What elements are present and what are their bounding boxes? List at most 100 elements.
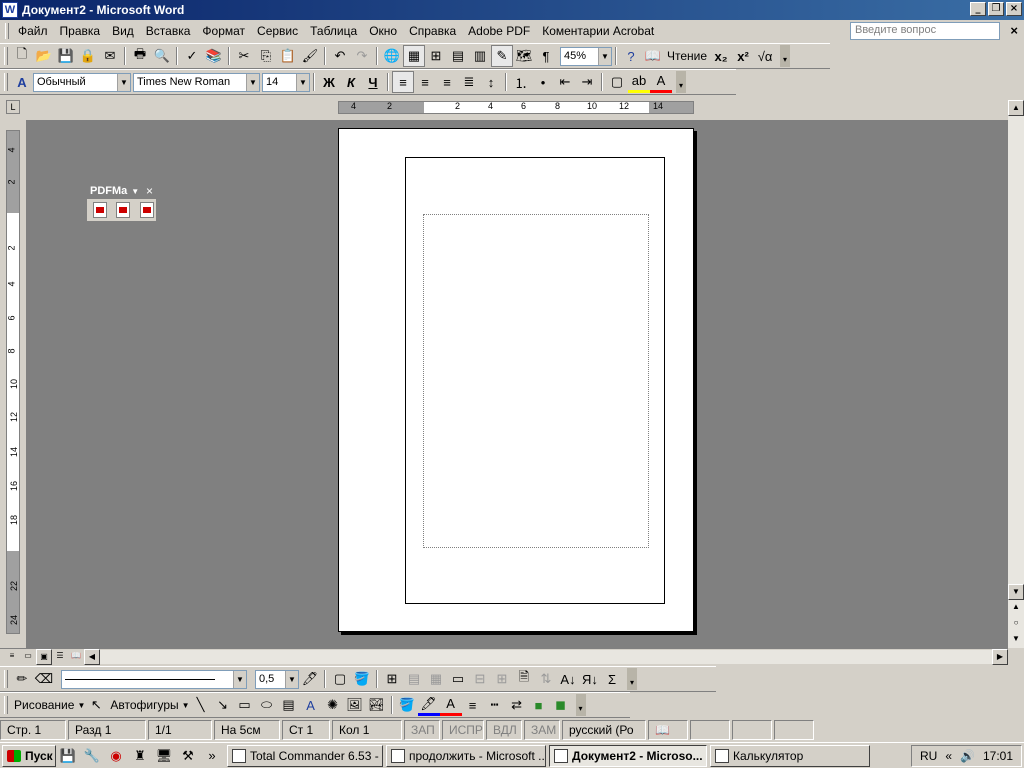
cell-alignment-icon[interactable]: ▭ [447, 668, 469, 690]
toolbar-options-icon[interactable]: ▾ [575, 694, 586, 716]
line-icon[interactable]: ╲ [190, 694, 212, 716]
save-icon[interactable]: 💾 [55, 45, 77, 67]
toolbar-grip[interactable] [4, 670, 8, 688]
line-color-icon[interactable]: 🖊 [417, 694, 440, 716]
dash-style-icon[interactable]: ┅ [484, 694, 506, 716]
underline-button[interactable]: Ч [362, 71, 384, 93]
menu-help[interactable]: Справка [403, 24, 462, 38]
text-boundary[interactable] [423, 214, 649, 548]
language-indicator[interactable]: RU [920, 749, 937, 763]
tables-borders-icon[interactable]: ▦ [403, 45, 425, 67]
menu-file[interactable]: Файл [12, 24, 54, 38]
chevron-down-icon[interactable]: ▼ [182, 701, 190, 710]
outline-view-icon[interactable]: ☰ [52, 649, 68, 665]
superscript-icon[interactable]: x² [732, 45, 754, 67]
menu-adobe-pdf[interactable]: Adobe PDF [462, 24, 536, 38]
convert-email-pdf-icon[interactable] [116, 202, 131, 218]
task-word-document2[interactable]: Документ2 - Microso... [549, 744, 707, 767]
draw-table-icon[interactable]: ✏ [11, 668, 33, 690]
toolbar-grip[interactable] [4, 73, 8, 91]
new-document-icon[interactable]: 🗋 [11, 45, 33, 67]
shading-color-icon[interactable]: 🪣 [351, 668, 373, 690]
restore-button[interactable]: ❐ [988, 2, 1004, 16]
email-icon[interactable]: ✉ [99, 45, 121, 67]
menu-view[interactable]: Вид [106, 24, 140, 38]
align-right-icon[interactable]: ≡ [436, 71, 458, 93]
drawing-menu-button[interactable]: Рисование [11, 698, 77, 712]
horizontal-scrollbar[interactable]: ≡ ▭ ▣ ☰ 📖 ◀ ▶ [0, 648, 1008, 665]
quicklaunch-save-icon[interactable]: 💾 [58, 746, 78, 766]
task-calculator[interactable]: Калькулятор [710, 744, 870, 767]
copy-icon[interactable]: ⎘ [255, 45, 277, 67]
oval-icon[interactable]: ⬭ [256, 694, 278, 716]
task-total-commander[interactable]: Total Commander 6.53 - ... [227, 744, 383, 767]
vertical-scrollbar[interactable]: ▲ ▼ ▲ ○ ▼ [1008, 100, 1024, 648]
justify-icon[interactable]: ≣ [458, 71, 480, 93]
research-icon[interactable]: 📚 [203, 45, 225, 67]
toolbar-options-icon[interactable]: ▾ [627, 668, 637, 690]
bold-button[interactable]: Ж [318, 71, 340, 93]
quicklaunch-desktop-icon[interactable]: 🖥 [154, 746, 174, 766]
3d-style-icon[interactable]: ◼ [550, 694, 572, 716]
paste-icon[interactable]: 📋 [277, 45, 299, 67]
fill-color-icon[interactable]: 🪣 [396, 694, 418, 716]
toolbar-grip[interactable] [4, 696, 8, 714]
pdf-floating-toolbar[interactable]: PDFMa ▼ × [86, 182, 157, 222]
redo-icon[interactable]: ↷ [351, 45, 373, 67]
quicklaunch-misc-icon[interactable]: ⚒ [178, 746, 198, 766]
autoformat-icon[interactable]: 🗎 [513, 668, 535, 690]
horizontal-ruler[interactable]: 4 2 2 4 6 8 10 12 14 [338, 101, 694, 114]
print-preview-icon[interactable]: 🔍 [151, 45, 173, 67]
border-color-icon[interactable]: 🖊 [299, 668, 321, 690]
vertical-ruler[interactable]: 4 2 2 4 6 8 10 12 14 16 18 22 24 [6, 130, 20, 634]
scroll-left-icon[interactable]: ◀ [84, 649, 100, 665]
increase-indent-icon[interactable]: ⇥ [576, 71, 598, 93]
wordart-icon[interactable]: A [300, 694, 322, 716]
font-size-select[interactable]: 14 ▼ [262, 72, 310, 92]
zoom-select[interactable]: 45% ▼ [560, 46, 612, 66]
outside-border-icon[interactable]: ▢ [329, 668, 351, 690]
task-word-continue[interactable]: продолжить - Microsoft ... [386, 744, 546, 767]
spelling-status-icon[interactable]: 📖 [648, 720, 688, 740]
minimize-button[interactable]: _ [970, 2, 986, 16]
scroll-track[interactable] [100, 650, 992, 664]
borders-icon[interactable]: ▢ [606, 71, 628, 93]
quicklaunch-opera-icon[interactable]: ◉ [106, 746, 126, 766]
menu-acrobat-comments[interactable]: Коментарии Acrobat [536, 24, 660, 38]
hyperlink-icon[interactable]: 🌐 [381, 45, 403, 67]
permission-icon[interactable]: 🔒 [77, 45, 99, 67]
line-style-icon[interactable]: ≡ [462, 694, 484, 716]
align-center-icon[interactable]: ≡ [414, 71, 436, 93]
select-objects-icon[interactable]: ↖ [85, 694, 107, 716]
cut-icon[interactable]: ✂ [233, 45, 255, 67]
document-area[interactable] [26, 120, 1008, 648]
previous-page-icon[interactable]: ▲ [1008, 600, 1024, 616]
chevron-down-icon[interactable]: ▼ [117, 73, 130, 91]
insert-table-icon[interactable]: ⊞ [425, 45, 447, 67]
line-spacing-icon[interactable]: ↕ [480, 71, 502, 93]
word-app-icon[interactable]: W [2, 2, 18, 18]
open-icon[interactable]: 📂 [33, 45, 55, 67]
menu-format[interactable]: Формат [196, 24, 251, 38]
font-color-icon[interactable]: A [439, 694, 462, 716]
distribute-columns-icon[interactable]: ⊞ [491, 668, 513, 690]
toolbar-options-icon[interactable]: ▾ [676, 71, 686, 93]
insert-excel-icon[interactable]: ▤ [447, 45, 469, 67]
close-window-button[interactable]: × [1006, 2, 1022, 16]
toolbar-options-icon[interactable]: ▾ [780, 45, 791, 67]
start-button[interactable]: Пуск [2, 744, 56, 767]
decrease-indent-icon[interactable]: ⇤ [554, 71, 576, 93]
normal-view-icon[interactable]: ≡ [4, 649, 20, 665]
italic-button[interactable]: К [340, 71, 362, 93]
status-language[interactable]: русский (Ро [562, 720, 646, 740]
scroll-down-icon[interactable]: ▼ [1008, 584, 1024, 600]
menu-tools[interactable]: Сервис [251, 24, 304, 38]
quicklaunch-more-icon[interactable]: » [202, 746, 222, 766]
reading-view-icon[interactable]: 📖 [68, 649, 84, 665]
status-ovr[interactable]: ЗАМ [524, 720, 560, 740]
align-left-icon[interactable]: ≡ [392, 71, 414, 93]
quicklaunch-app-icon[interactable]: ♜ [130, 746, 150, 766]
autosum-icon[interactable]: Σ [601, 668, 623, 690]
chevron-down-icon[interactable]: ▼ [131, 187, 139, 196]
shadow-style-icon[interactable]: ■ [528, 694, 550, 716]
